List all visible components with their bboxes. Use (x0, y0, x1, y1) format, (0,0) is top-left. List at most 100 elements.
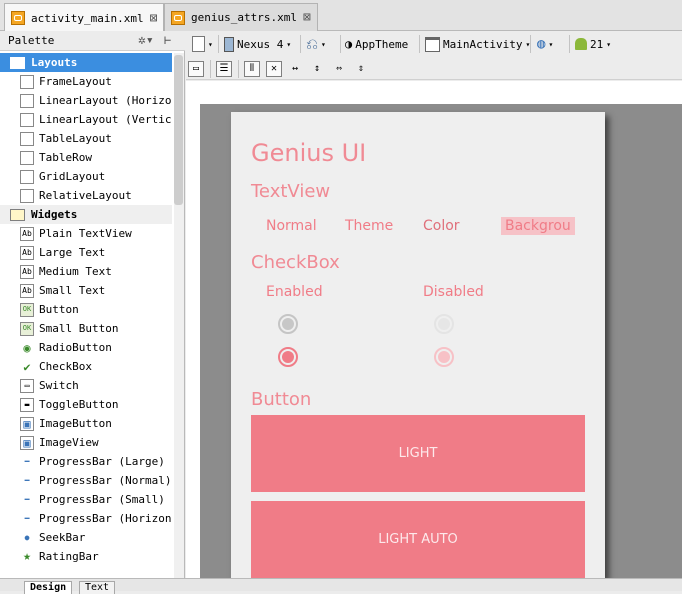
palette-item[interactable]: FrameLayout (0, 72, 172, 91)
image-button-icon: ▣ (20, 416, 34, 431)
orientation-selector[interactable]: ⎌ ▾ (306, 34, 326, 54)
palette-item-label: Small Button (39, 322, 119, 335)
palette-scrollbar-thumb[interactable] (174, 55, 183, 205)
checkbox-icon: ✔ (20, 359, 34, 374)
tab-genius-attrs[interactable]: genius_attrs.xml ⊠ (164, 3, 318, 31)
palette-item[interactable]: GridLayout (0, 167, 172, 186)
palette-item-label: ProgressBar (Horizonta (39, 512, 172, 525)
text-view-icon: Ab (20, 283, 34, 298)
palette-item[interactable]: ● SeekBar (0, 528, 172, 547)
palette-item-label: SeekBar (39, 531, 86, 544)
disabled-unchecked-radio (434, 314, 454, 334)
zoom-screen-icon[interactable]: ▭ (188, 61, 204, 77)
tab-activity-main[interactable]: activity_main.xml ⊠ (4, 3, 165, 32)
image-view-icon: ▣ (20, 435, 34, 450)
close-icon[interactable]: ⊠ (303, 10, 311, 25)
light-button[interactable]: LIGHT (251, 415, 585, 492)
text-view-icon: Ab (20, 226, 34, 241)
palette-item[interactable]: Ab Small Text (0, 281, 172, 300)
palette-section-widgets[interactable]: Widgets (0, 205, 172, 224)
palette-item-label: ToggleButton (39, 398, 119, 411)
palette-item[interactable]: TableRow (0, 148, 172, 167)
vertical-orientation-icon[interactable]: ⦀ (244, 61, 260, 77)
palette-item-label: ProgressBar (Large) (39, 455, 165, 468)
toolbar-separator (300, 35, 301, 53)
toolbar-separator (218, 35, 219, 53)
palette-toggle-button[interactable]: ▾ (192, 34, 213, 54)
palette-item-label: TableLayout (39, 132, 112, 145)
palette-section-label: Widgets (31, 208, 78, 221)
toggle-width-icon[interactable]: ↔ (287, 61, 303, 77)
palette-item[interactable]: TableLayout (0, 129, 172, 148)
palette-item-label: ImageView (39, 436, 99, 449)
palette-section-layouts[interactable]: Layouts (0, 53, 172, 72)
tab-label: activity_main.xml (31, 11, 144, 25)
palette-item-label: TableRow (39, 151, 92, 164)
palette-item[interactable]: RelativeLayout (0, 186, 172, 205)
palette-item-label: RadioButton (39, 341, 112, 354)
tab-design[interactable]: Design (24, 581, 73, 594)
palette-list: Layouts FrameLayout LinearLayout (Horizont… (0, 53, 172, 578)
hide-panel-icon[interactable]: ⊢ (164, 33, 171, 47)
palette-item[interactable]: ★ RatingBar (0, 547, 172, 566)
textview-normal[interactable]: Normal (266, 218, 317, 234)
palette-item[interactable]: ━ ProgressBar (Horizonta (0, 509, 172, 528)
palette-item[interactable]: ▣ ImageView (0, 433, 172, 452)
palette-item[interactable]: ━ ProgressBar (Large) (0, 452, 172, 471)
tab-text[interactable]: Text (79, 581, 116, 594)
fill-width-icon[interactable]: ⇔ (331, 61, 347, 77)
horizontal-orientation-icon[interactable]: ☰ (216, 61, 232, 77)
textview-color[interactable]: Color (423, 218, 460, 234)
palette-item[interactable]: LinearLayout (Horizont (0, 91, 172, 110)
palette-item[interactable]: ▣ ImageButton (0, 414, 172, 433)
palette-item[interactable]: ━ ProgressBar (Small) (0, 490, 172, 509)
textview-background[interactable]: Backgrou (501, 217, 575, 235)
palette-item[interactable]: Ab Plain TextView (0, 224, 172, 243)
close-icon[interactable]: ⊠ (150, 11, 158, 26)
checkbox-heading: CheckBox (251, 252, 340, 273)
button-icon: OK (20, 302, 34, 317)
palette-item[interactable]: LinearLayout (Vertical (0, 110, 172, 129)
palette-item-label: LinearLayout (Vertical (39, 113, 172, 126)
linear-layout-vertical-icon (20, 112, 34, 127)
theme-label: AppTheme (355, 37, 409, 51)
toolbar-separator (569, 35, 570, 53)
theme-icon: ◑ (345, 37, 353, 51)
progress-bar-icon: ━ (20, 492, 34, 507)
button-icon: OK (20, 321, 34, 336)
device-selector[interactable]: Nexus 4 ▾ (224, 34, 291, 54)
theme-selector[interactable]: ◑ AppTheme (345, 34, 408, 54)
editor-tab-bar: activity_main.xml ⊠ genius_attrs.xml ⊠ (0, 0, 682, 32)
activity-selector[interactable]: MainActivity ▾ (425, 34, 530, 54)
palette-item[interactable]: ▭ Switch (0, 376, 172, 395)
switch-icon: ▭ (20, 378, 34, 393)
toolbar-separator (238, 60, 239, 78)
enabled-unchecked-radio[interactable] (278, 314, 298, 334)
palette-item[interactable]: OK Small Button (0, 319, 172, 338)
tab-label: genius_attrs.xml (191, 11, 297, 24)
progress-bar-icon: ━ (20, 473, 34, 488)
textview-theme[interactable]: Theme (345, 218, 393, 234)
locale-selector[interactable]: ◍ ▾ (537, 34, 553, 54)
preview-title: Genius UI (251, 139, 367, 167)
fill-height-icon[interactable]: ⇕ (353, 61, 369, 77)
gear-icon[interactable]: ✲▾ (138, 33, 154, 48)
palette-item[interactable]: Ab Large Text (0, 243, 172, 262)
light-auto-button[interactable]: LIGHT AUTO (251, 501, 585, 578)
palette-item-label: RatingBar (39, 550, 99, 563)
palette-item[interactable]: ◉ RadioButton (0, 338, 172, 357)
palette-item[interactable]: ✔ CheckBox (0, 357, 172, 376)
palette-item[interactable]: Ab Medium Text (0, 262, 172, 281)
palette-item-label: GridLayout (39, 170, 106, 183)
palette-item-label: Button (39, 303, 79, 316)
remove-weights-icon[interactable]: ✕ (266, 61, 282, 77)
palette-item[interactable]: OK Button (0, 300, 172, 319)
layout-toolbar: ▾ Nexus 4 ▾ ⎌ ▾ ◑ AppTheme MainActivity ▾ ◍… (186, 31, 682, 58)
enabled-checked-radio[interactable] (278, 347, 298, 367)
palette-item[interactable]: ▬ ToggleButton (0, 395, 172, 414)
device-screen[interactable]: Genius UI TextView Normal Theme Color Ba… (231, 112, 605, 578)
palette-item[interactable]: ━ ProgressBar (Normal) (0, 471, 172, 490)
api-level-selector[interactable]: 21 ▾ (575, 34, 611, 54)
toggle-height-icon[interactable]: ↕ (309, 61, 325, 77)
api-level-label: 21 (590, 37, 604, 51)
